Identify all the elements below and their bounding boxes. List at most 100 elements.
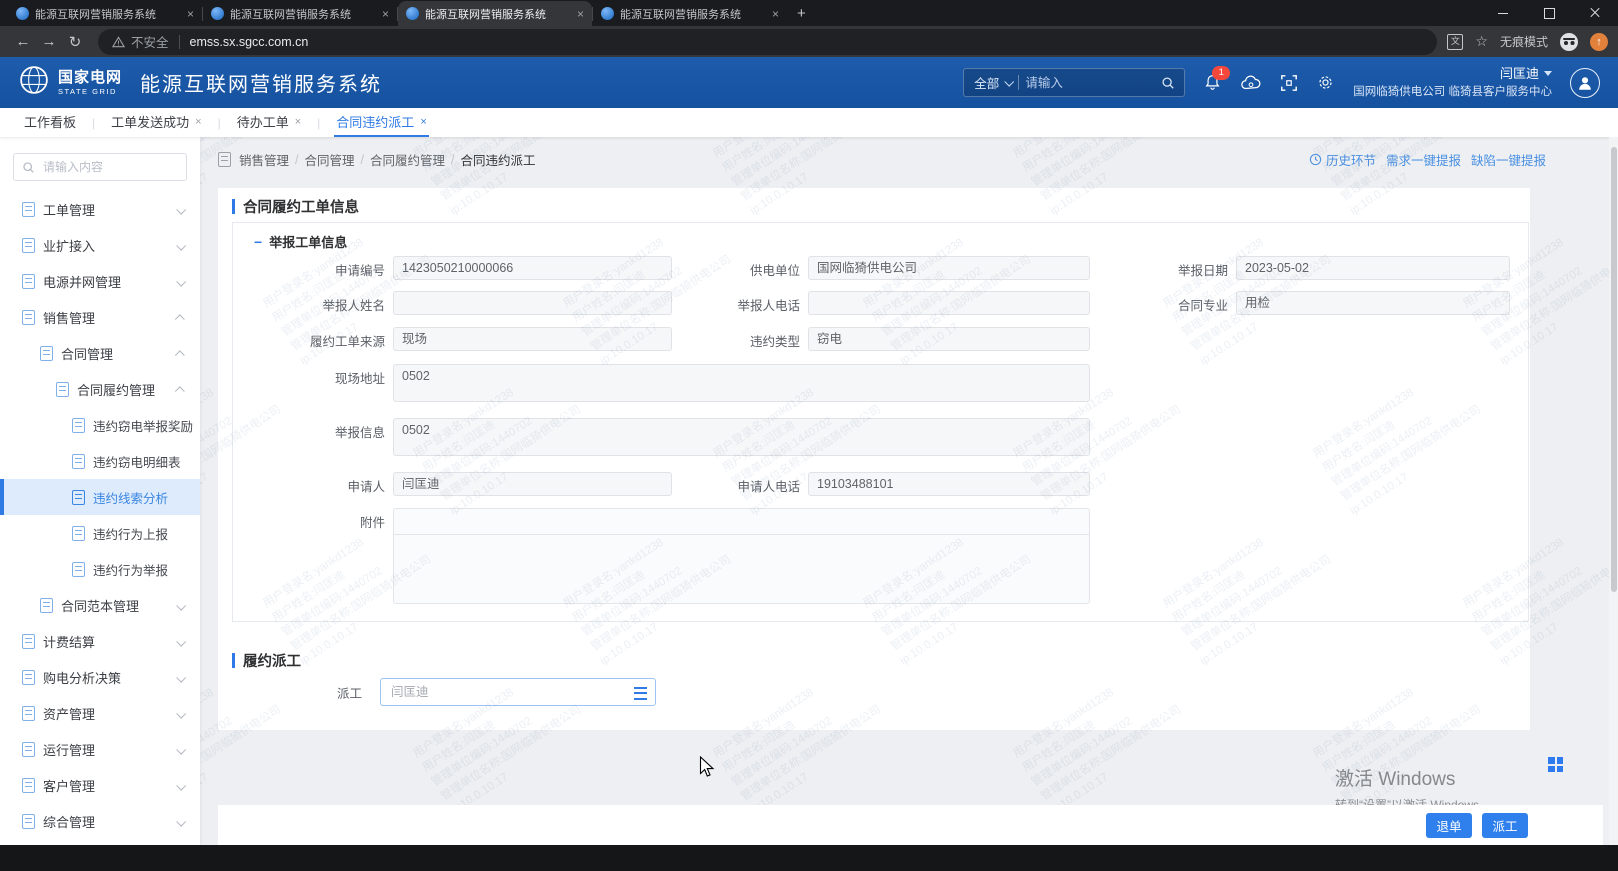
sidebar-search-input[interactable]	[41, 159, 178, 175]
forward-button[interactable]: →	[36, 33, 62, 50]
page-tab-4[interactable]: 合同违约派工×	[334, 108, 428, 137]
tab-close-icon[interactable]: ×	[772, 7, 779, 21]
attachment-preview-area	[393, 534, 1090, 604]
sidebar-item[interactable]: 客户管理	[0, 767, 200, 803]
address-divider	[179, 35, 180, 49]
chevron-down-icon	[176, 636, 186, 646]
document-icon	[22, 706, 35, 721]
sidebar-item[interactable]: 计费结算	[0, 623, 200, 659]
chevron-down-icon	[1005, 77, 1015, 87]
page-tab-3[interactable]: 待办工单×	[235, 108, 303, 137]
gear-icon[interactable]	[1316, 73, 1335, 92]
user-block[interactable]: 闫匡迪 国网临猗供电公司 临猗县客户服务中心	[1353, 65, 1552, 100]
page-tab-close-icon[interactable]: ×	[195, 116, 201, 128]
return-order-button[interactable]: 退单	[1426, 813, 1472, 838]
sidebar-item[interactable]: 违约窃电明细表	[0, 443, 200, 479]
address-bar[interactable]: 不安全 emss.sx.sgcc.com.cn	[98, 29, 1437, 55]
brand-en: STATE GRID	[58, 88, 122, 96]
sidebar-item[interactable]: 合同履约管理	[0, 371, 200, 407]
sidebar-item[interactable]: 运行管理	[0, 731, 200, 767]
close-icon	[1590, 8, 1600, 18]
breach-type-field[interactable]: 窃电	[808, 327, 1090, 351]
tab-close-icon[interactable]: ×	[187, 7, 194, 21]
reload-button[interactable]: ↻	[62, 33, 88, 51]
applicant-phone-field[interactable]: 19103488101	[808, 472, 1090, 496]
window-maximize-button[interactable]	[1526, 0, 1572, 26]
sidebar-item[interactable]: 资产管理	[0, 695, 200, 731]
sidebar-item[interactable]: 违约行为上报	[0, 515, 200, 551]
subsection-report-order[interactable]: − 举报工单信息	[254, 232, 347, 251]
cloud-icon[interactable]	[1240, 74, 1262, 92]
browser-tab[interactable]: 能源互联网营销服务系统 ×	[398, 1, 592, 26]
supply-org-field[interactable]: 国网临猗供电公司	[808, 256, 1090, 280]
sidebar-search[interactable]	[13, 153, 187, 181]
sidebar-item[interactable]: 业扩接入	[0, 227, 200, 263]
tab-close-icon[interactable]: ×	[382, 7, 389, 21]
contract-major-field[interactable]: 用检	[1236, 291, 1510, 315]
document-icon	[72, 418, 85, 433]
defect-report-link[interactable]: 缺陷一键提报	[1471, 150, 1546, 169]
applicant-field[interactable]: 闫匡迪	[393, 472, 672, 496]
search-icon[interactable]	[1161, 76, 1184, 90]
sidebar-item[interactable]: 综合管理	[0, 803, 200, 839]
sidebar-item-label: 综合管理	[43, 812, 95, 831]
browser-update-icon[interactable]: ↑	[1590, 33, 1608, 51]
dispatch-list-icon[interactable]	[634, 687, 647, 700]
document-icon	[22, 634, 35, 649]
scrollbar-thumb[interactable]	[1611, 147, 1617, 592]
sidebar-item[interactable]: 电源并网管理	[0, 263, 200, 299]
browser-tab[interactable]: 能源互联网营销服务系统×	[203, 1, 397, 26]
global-search[interactable]: 全部	[963, 68, 1185, 97]
tab-close-icon[interactable]: ×	[577, 7, 584, 21]
fullscreen-scan-icon[interactable]	[1280, 74, 1298, 92]
search-scope-select[interactable]: 全部	[964, 73, 1018, 92]
sidebar-item[interactable]: 违约线索分析	[0, 479, 200, 515]
sidebar-item-label: 违约窃电举报奖励	[93, 416, 193, 435]
dispatch-field[interactable]: 闫匡迪	[380, 678, 656, 706]
widget-grid-icon[interactable]	[1548, 757, 1563, 772]
sidebar-item[interactable]: 销售管理	[0, 299, 200, 335]
page-scrollbar[interactable]	[1609, 137, 1618, 845]
global-search-input[interactable]	[1019, 76, 1161, 90]
report-info-field[interactable]: 0502	[393, 418, 1090, 456]
dispatch-button[interactable]: 派工	[1482, 813, 1528, 838]
browser-tab[interactable]: 能源互联网营销服务系统×	[8, 1, 202, 26]
page-tab-2[interactable]: 工单发送成功×	[109, 108, 203, 137]
sidebar-item[interactable]: 工单管理	[0, 191, 200, 227]
breadcrumb-item[interactable]: 销售管理	[239, 150, 289, 169]
reporter-name-label: 举报人姓名	[218, 295, 385, 314]
breadcrumb-item[interactable]: 合同履约管理	[370, 150, 445, 169]
window-close-button[interactable]	[1572, 0, 1618, 26]
sidebar-item[interactable]: 合同范本管理	[0, 587, 200, 623]
site-address-field[interactable]: 0502	[393, 364, 1090, 402]
apply-no-field[interactable]: 1423050210000066	[393, 256, 672, 280]
browser-tab[interactable]: 能源互联网营销服务系统×	[593, 1, 787, 26]
bookmark-star-icon[interactable]: ☆	[1475, 33, 1488, 50]
reporter-name-field[interactable]	[393, 291, 672, 315]
collapse-minus-icon[interactable]: −	[254, 237, 262, 247]
back-button[interactable]: ←	[10, 33, 36, 50]
sidebar-item[interactable]: 合同管理	[0, 335, 200, 371]
attachment-upload-strip[interactable]	[393, 508, 1090, 535]
page-tab-close-icon[interactable]: ×	[420, 116, 426, 128]
order-source-field[interactable]: 现场	[393, 327, 672, 351]
page-tab-1[interactable]: 工作看板	[22, 108, 78, 137]
demand-report-link[interactable]: 需求一键提报	[1386, 150, 1461, 169]
avatar[interactable]	[1570, 68, 1600, 98]
page-tab-close-icon[interactable]: ×	[295, 116, 301, 128]
sidebar-item[interactable]: 购电分析决策	[0, 659, 200, 695]
translate-icon[interactable]: 文	[1447, 34, 1463, 50]
window-minimize-button[interactable]	[1480, 0, 1526, 26]
breadcrumb-item[interactable]: 合同管理	[305, 150, 355, 169]
sidebar-item-label: 违约行为举报	[93, 560, 168, 579]
reporter-phone-field[interactable]	[808, 291, 1090, 315]
sidebar-item[interactable]: 违约窃电举报奖励	[0, 407, 200, 443]
history-link[interactable]: 历史环节	[1309, 150, 1376, 169]
new-tab-button[interactable]: +	[797, 5, 806, 22]
browser-tab-title: 能源互联网营销服务系统	[425, 6, 567, 22]
favicon	[406, 7, 419, 20]
sidebar-item-label: 销售管理	[43, 308, 95, 327]
notification-bell[interactable]: 1	[1203, 73, 1222, 92]
report-date-field[interactable]: 2023-05-02	[1236, 256, 1510, 280]
sidebar-item[interactable]: 违约行为举报	[0, 551, 200, 587]
